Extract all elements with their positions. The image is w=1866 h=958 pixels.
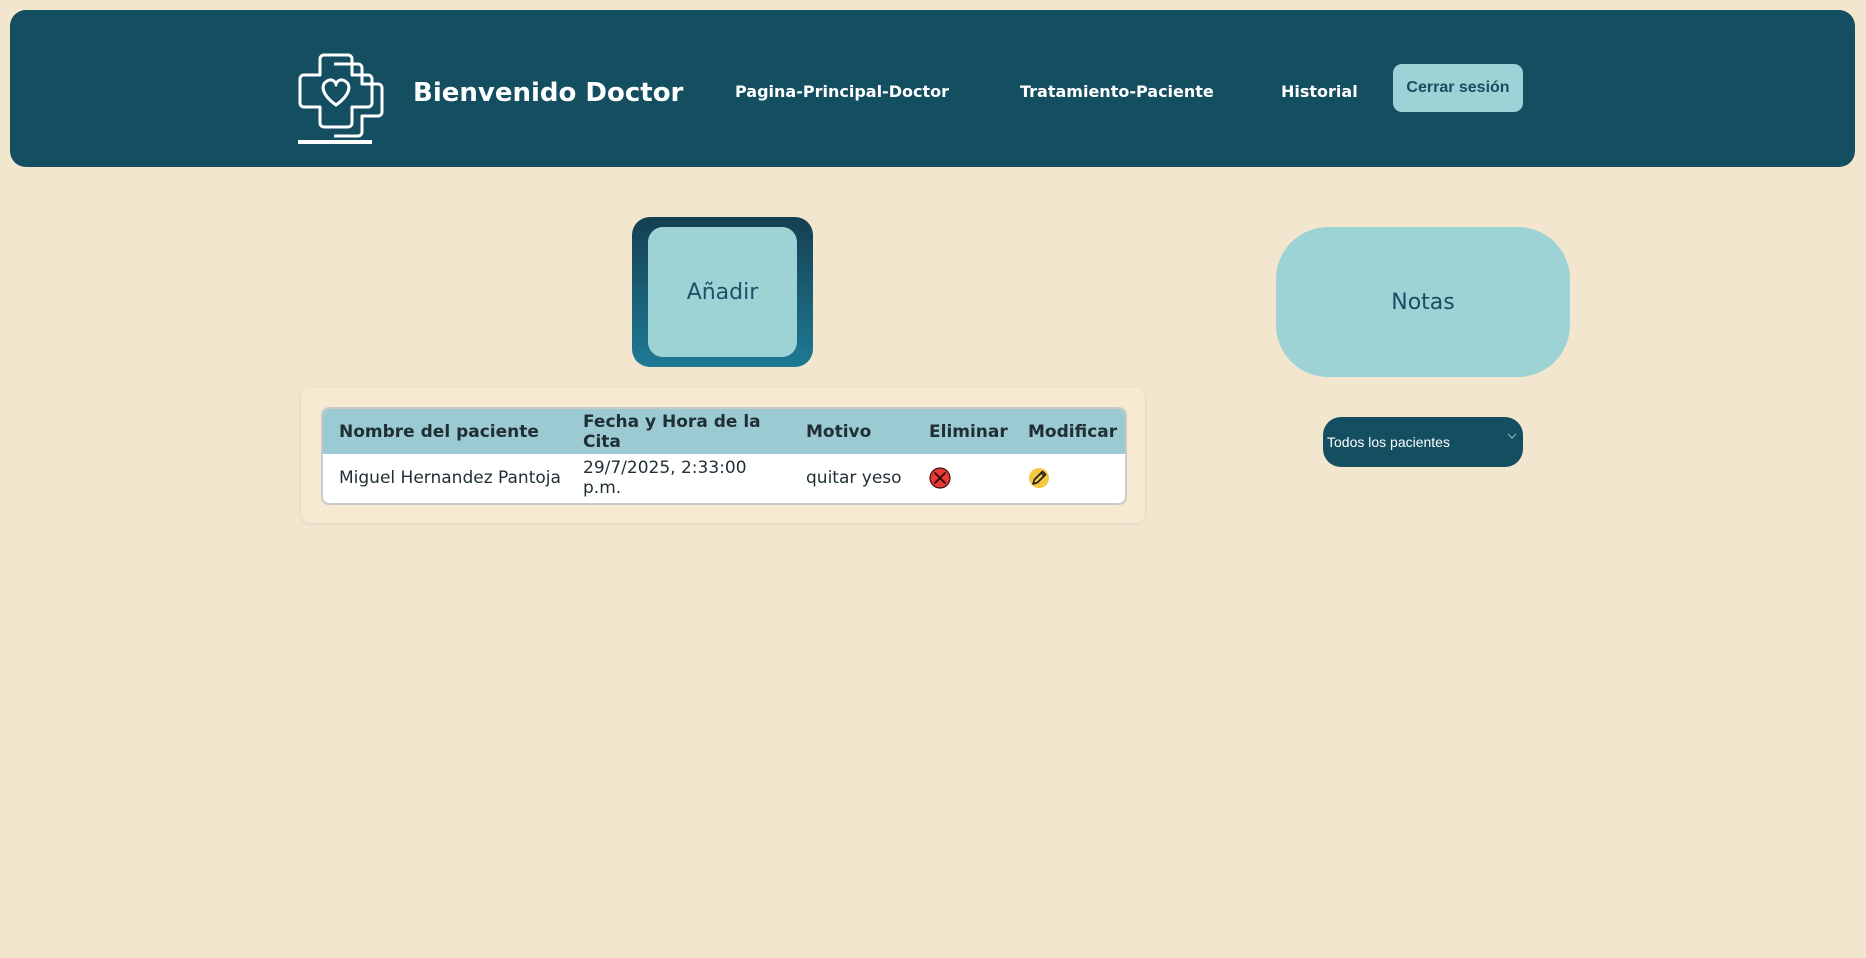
- cell-reason: quitar yeso: [806, 467, 902, 488]
- appointments-table-wrapper: Nombre del paciente Fecha y Hora de la C…: [321, 407, 1127, 505]
- table-header-row: Nombre del paciente Fecha y Hora de la C…: [323, 409, 1125, 454]
- chevron-down-icon: [1507, 433, 1517, 439]
- column-header-reason: Motivo: [790, 409, 913, 454]
- patient-filter-selected-value: Todos los pacientes: [1327, 434, 1450, 450]
- patient-filter-select[interactable]: Todos los pacientes: [1323, 417, 1523, 467]
- table-row: Miguel Hernandez Pantoja 29/7/2025, 2:33…: [323, 454, 1125, 501]
- medical-cross-heart-logo-icon: [298, 53, 384, 144]
- top-header: Bienvenido Doctor Pagina-Principal-Docto…: [10, 10, 1855, 167]
- nav-link-tratamiento-paciente[interactable]: Tratamiento-Paciente: [1020, 82, 1214, 101]
- cell-datetime: 29/7/2025, 2:33:00 p.m.: [583, 457, 747, 498]
- delete-icon[interactable]: [929, 466, 951, 489]
- appointments-table: Nombre del paciente Fecha y Hora de la C…: [323, 409, 1125, 501]
- edit-pencil-icon[interactable]: [1028, 467, 1050, 489]
- column-header-datetime: Fecha y Hora de la Cita: [567, 409, 790, 454]
- appointments-card: Nombre del paciente Fecha y Hora de la C…: [301, 387, 1145, 523]
- cell-delete: [913, 454, 1012, 501]
- nav-link-pagina-principal-doctor[interactable]: Pagina-Principal-Doctor: [735, 82, 949, 101]
- cell-edit: [1012, 454, 1125, 501]
- add-appointment-button[interactable]: Añadir: [648, 227, 797, 357]
- page-title: Bienvenido Doctor: [413, 78, 684, 108]
- nav-link-historial[interactable]: Historial: [1281, 82, 1358, 101]
- column-header-patient-name: Nombre del paciente: [323, 409, 567, 454]
- notes-button[interactable]: Notas: [1276, 227, 1570, 377]
- logout-button[interactable]: Cerrar sesión: [1393, 64, 1523, 112]
- column-header-edit: Modificar: [1012, 409, 1125, 454]
- add-button-frame: Añadir: [632, 217, 813, 367]
- cell-patient-name: Miguel Hernandez Pantoja: [339, 467, 561, 488]
- column-header-delete: Eliminar: [913, 409, 1012, 454]
